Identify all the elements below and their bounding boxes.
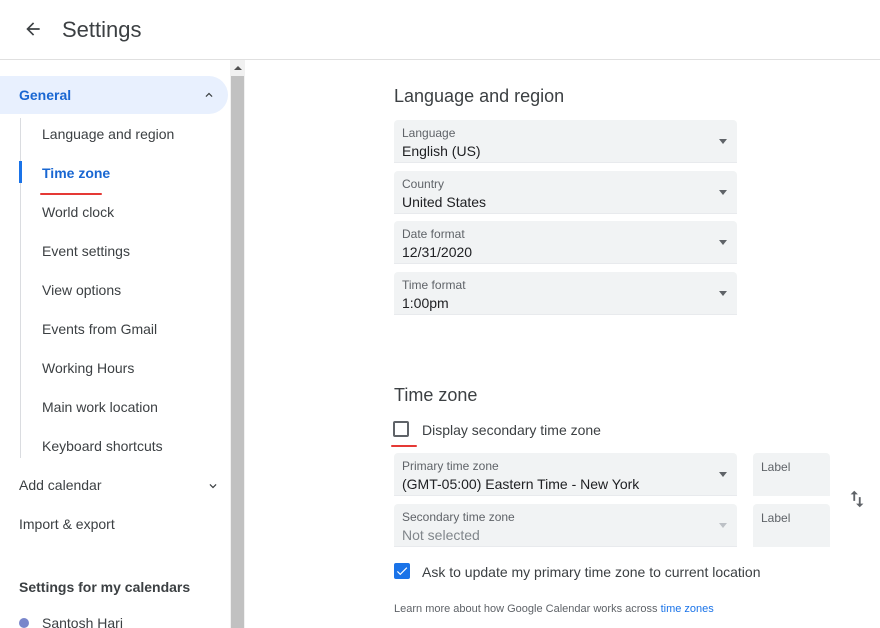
date-format-select-label: Date format [402,227,465,241]
sidebar-item-event-settings[interactable]: Event settings [42,243,130,263]
dropdown-arrow-icon [719,472,727,477]
checkmark-icon [396,567,408,576]
back-button[interactable] [18,14,48,44]
main-content: Language and region Language English (US… [245,60,880,628]
dropdown-arrow-icon [719,190,727,195]
secondary-label-input[interactable]: Label [753,504,830,547]
sidebar-item-calendar[interactable]: Santosh Hari [19,615,123,628]
sidebar-item-keyboard-shortcuts[interactable]: Keyboard shortcuts [42,438,163,458]
date-format-select[interactable]: Date format 12/31/2020 [394,221,737,264]
sidebar-item-main-work-location[interactable]: Main work location [42,399,158,419]
sidebar-item-general[interactable]: General [0,76,228,114]
dropdown-arrow-icon [719,523,727,528]
add-calendar-label: Add calendar [19,477,102,493]
top-bar: Settings [0,0,880,60]
sidebar-item-working-hours[interactable]: Working Hours [42,360,134,380]
secondary-time-zone-label: Secondary time zone [402,510,515,524]
sidebar-item-import-export[interactable]: Import & export [19,516,115,532]
ask-update-label[interactable]: Ask to update my primary time zone to cu… [422,564,760,580]
dropdown-arrow-icon [719,240,727,245]
page-title: Settings [62,17,142,42]
active-indicator [19,161,22,183]
time-format-select-label: Time format [402,278,466,292]
dropdown-arrow-icon [719,139,727,144]
my-calendars-heading: Settings for my calendars [19,579,191,595]
sidebar-scrollbar-thumb[interactable] [231,76,244,628]
sidebar-item-view-options[interactable]: View options [42,282,121,302]
language-select-label: Language [402,126,456,140]
display-secondary-label[interactable]: Display secondary time zone [422,422,601,438]
scroll-up-button[interactable] [230,60,245,75]
country-select[interactable]: Country United States [394,171,737,214]
language-select[interactable]: Language English (US) [394,120,737,163]
sidebar-item-world-clock[interactable]: World clock [42,204,114,224]
primary-time-zone-value: (GMT-05:00) Eastern Time - New York [402,476,640,492]
time-format-select-value: 1:00pm [402,295,449,311]
calendar-name: Santosh Hari [42,615,123,628]
secondary-label-placeholder: Label [761,511,791,525]
time-format-select[interactable]: Time format 1:00pm [394,272,737,315]
language-region-title: Language and region [394,86,565,106]
secondary-time-zone-select[interactable]: Secondary time zone Not selected [394,504,737,547]
annotation-underline [391,445,417,447]
language-select-value: English (US) [402,143,481,159]
sidebar-item-general-label: General [19,87,72,103]
time-zones-link[interactable]: time zones [661,603,714,615]
primary-time-zone-label: Primary time zone [402,459,499,473]
primary-label-placeholder: Label [761,460,791,474]
ask-update-checkbox[interactable] [394,563,410,579]
chevron-down-icon [209,484,217,489]
dropdown-arrow-icon [719,291,727,296]
sidebar-item-time-zone[interactable]: Time zone [42,165,110,185]
arrow-back-icon [26,22,40,36]
sidebar-item-events-from-gmail[interactable]: Events from Gmail [42,321,157,341]
learn-more-prefix: Learn more about how Google Calendar wor… [394,603,658,615]
country-select-value: United States [402,194,487,210]
annotation-underline [40,193,102,195]
learn-more-text: Learn more about how Google Calendar wor… [394,603,714,615]
time-zone-title: Time zone [394,385,478,405]
sidebar-item-language-region[interactable]: Language and region [42,126,174,146]
swap-vertical-icon[interactable] [846,488,868,510]
country-select-label: Country [402,177,445,191]
primary-time-zone-select[interactable]: Primary time zone (GMT-05:00) Eastern Ti… [394,453,737,496]
sidebar-item-add-calendar[interactable]: Add calendar [19,477,229,497]
sidebar: General Language and region Time zone Wo… [0,60,245,628]
secondary-time-zone-value: Not selected [402,527,480,543]
primary-label-input[interactable]: Label [753,453,830,496]
calendar-color-dot [19,618,29,628]
display-secondary-checkbox[interactable] [393,421,409,437]
chevron-up-icon [205,92,213,97]
date-format-select-value: 12/31/2020 [402,244,473,260]
caret-up-icon [233,65,242,70]
